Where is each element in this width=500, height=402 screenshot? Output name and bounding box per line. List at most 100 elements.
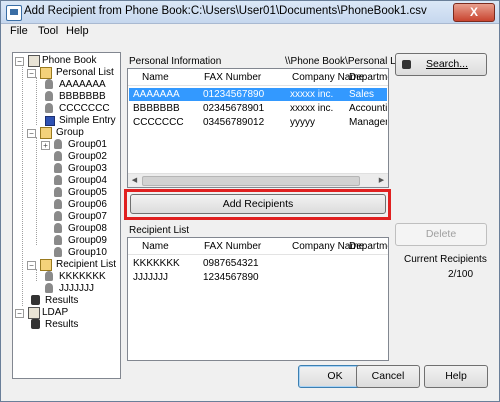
column-header[interactable]: Name bbox=[142, 72, 169, 83]
tree-entry[interactable]: CCCCCCC bbox=[45, 103, 117, 115]
group-icon bbox=[54, 163, 62, 173]
tree-label: CCCCCCC bbox=[59, 103, 110, 114]
collapse-icon[interactable]: − bbox=[27, 261, 36, 270]
group-icon bbox=[54, 187, 62, 197]
list-header: Name FAX Number Company Name Departmer bbox=[128, 238, 388, 255]
column-header[interactable]: FAX Number bbox=[204, 241, 261, 252]
tree-group-item[interactable]: Group05 bbox=[54, 187, 118, 199]
tree-personal-list[interactable]: − Personal List bbox=[27, 67, 119, 79]
tree-group-item[interactable]: Group10 bbox=[54, 247, 118, 259]
group-folder-icon bbox=[40, 127, 52, 139]
cell-company: yyyyy bbox=[290, 117, 315, 128]
cell-department: Manageme bbox=[349, 117, 387, 128]
recipient-list: Name FAX Number Company Name Departmer K… bbox=[127, 237, 389, 361]
tree-recipient[interactable]: KKKKKKK bbox=[45, 271, 117, 283]
group-icon bbox=[54, 235, 62, 245]
tree-group-item[interactable]: Group06 bbox=[54, 199, 118, 211]
close-button[interactable]: X bbox=[453, 3, 495, 22]
column-header[interactable]: FAX Number bbox=[204, 72, 261, 83]
person-icon bbox=[45, 79, 53, 89]
table-row[interactable]: KKKKKKK 0987654321 bbox=[129, 257, 387, 270]
table-row[interactable]: CCCCCCC 03456789012 yyyyy Manageme bbox=[129, 116, 387, 129]
column-header[interactable]: Name bbox=[142, 241, 169, 252]
tree-entry[interactable]: BBBBBBB bbox=[45, 91, 117, 103]
table-row[interactable]: BBBBBBB 02345678901 xxxxx inc. Accountin… bbox=[129, 102, 387, 115]
group-icon bbox=[54, 247, 62, 257]
cell-name: JJJJJJJ bbox=[133, 272, 168, 283]
simple-entry-icon bbox=[45, 116, 55, 126]
cell-name: BBBBBBB bbox=[133, 103, 180, 114]
tree-label: Simple Entry bbox=[59, 115, 116, 126]
title-bar: Add Recipient from Phone Book:C:\Users\U… bbox=[1, 1, 499, 24]
expand-icon[interactable]: + bbox=[41, 141, 50, 150]
cell-name: CCCCCCC bbox=[133, 117, 184, 128]
tree-ldap[interactable]: − LDAP bbox=[15, 307, 115, 319]
tree-group[interactable]: − Group bbox=[27, 127, 119, 139]
tree-label: Results bbox=[45, 295, 79, 306]
menu-file[interactable]: File bbox=[10, 25, 28, 37]
table-row[interactable]: AAAAAAA 01234567890 xxxxx inc. Sales bbox=[129, 88, 387, 101]
window-title: Add Recipient from Phone Book:C:\Users\U… bbox=[24, 5, 427, 17]
search-button[interactable]: Search... bbox=[395, 53, 487, 76]
group-icon bbox=[54, 223, 62, 233]
tree-group-item[interactable]: Group03 bbox=[54, 163, 118, 175]
menu-tool[interactable]: Tool bbox=[38, 25, 58, 37]
horizontal-scrollbar[interactable]: ◀ ▶ bbox=[128, 173, 388, 187]
table-row[interactable]: JJJJJJJ 1234567890 bbox=[129, 271, 387, 284]
tree-label: Group10 bbox=[68, 247, 107, 258]
collapse-icon[interactable]: − bbox=[15, 57, 24, 66]
cell-company: xxxxx inc. bbox=[290, 103, 334, 114]
phone-book-icon bbox=[28, 55, 40, 67]
tree-recipient[interactable]: JJJJJJJ bbox=[45, 283, 117, 295]
tree-label: Personal List bbox=[56, 67, 114, 78]
delete-button[interactable]: Delete bbox=[395, 223, 487, 246]
personal-info-label: Personal Information bbox=[129, 56, 222, 67]
group-icon bbox=[54, 211, 62, 221]
tree-label: Phone Book bbox=[42, 55, 97, 66]
tree-label: BBBBBBB bbox=[59, 91, 106, 102]
scrollbar-thumb[interactable] bbox=[142, 176, 360, 186]
tree-group-item[interactable]: Group09 bbox=[54, 235, 118, 247]
cell-fax: 0987654321 bbox=[203, 258, 259, 269]
cancel-button[interactable]: Cancel bbox=[356, 365, 420, 388]
tree-group-item[interactable]: Group07 bbox=[54, 211, 118, 223]
personal-info-list: Name FAX Number Company Name Departmer A… bbox=[127, 68, 389, 188]
menu-help[interactable]: Help bbox=[66, 25, 89, 37]
column-header[interactable]: Departmer bbox=[349, 72, 388, 83]
add-recipients-button[interactable]: Add Recipients bbox=[130, 194, 386, 214]
cell-name: AAAAAAA bbox=[133, 89, 180, 100]
tree-group-item[interactable]: Group04 bbox=[54, 175, 118, 187]
collapse-icon[interactable]: − bbox=[27, 69, 36, 78]
tree-label: Group bbox=[56, 127, 84, 138]
tree-label: Group05 bbox=[68, 187, 107, 198]
collapse-icon[interactable]: − bbox=[15, 309, 24, 318]
binoculars-icon bbox=[31, 319, 40, 329]
person-icon bbox=[45, 91, 53, 101]
collapse-icon[interactable]: − bbox=[27, 129, 36, 138]
help-button[interactable]: Help bbox=[424, 365, 488, 388]
tree-entry[interactable]: AAAAAAA bbox=[45, 79, 117, 91]
group-icon bbox=[54, 175, 62, 185]
personal-info-path: \\Phone Book\Personal List bbox=[285, 56, 406, 67]
tree-group-item[interactable]: + Group01 bbox=[41, 139, 117, 151]
column-header[interactable]: Departmer bbox=[349, 241, 388, 252]
tree-group-item[interactable]: Group02 bbox=[54, 151, 118, 163]
tree-label: Results bbox=[45, 319, 79, 330]
tree-simple-entry[interactable]: Simple Entry bbox=[45, 115, 117, 127]
tree-label: Group07 bbox=[68, 211, 107, 222]
scroll-right-icon[interactable]: ▶ bbox=[375, 174, 388, 187]
scroll-left-icon[interactable]: ◀ bbox=[128, 174, 141, 187]
list-header: Name FAX Number Company Name Departmer bbox=[128, 69, 388, 86]
tree-label: KKKKKKK bbox=[59, 271, 106, 282]
tree-group-item[interactable]: Group08 bbox=[54, 223, 118, 235]
group-icon bbox=[54, 151, 62, 161]
group-icon bbox=[54, 199, 62, 209]
cell-fax: 02345678901 bbox=[203, 103, 265, 114]
tree-ldap-results[interactable]: Results bbox=[31, 319, 111, 331]
tree-phone-book[interactable]: − Phone Book bbox=[15, 55, 115, 67]
tree-recipient-list[interactable]: − Recipient List bbox=[27, 259, 119, 271]
tree-label: Recipient List bbox=[56, 259, 117, 270]
tree-label: Group03 bbox=[68, 163, 107, 174]
menu-bar: File Tool Help bbox=[1, 24, 499, 41]
tree-results[interactable]: Results bbox=[31, 295, 111, 307]
